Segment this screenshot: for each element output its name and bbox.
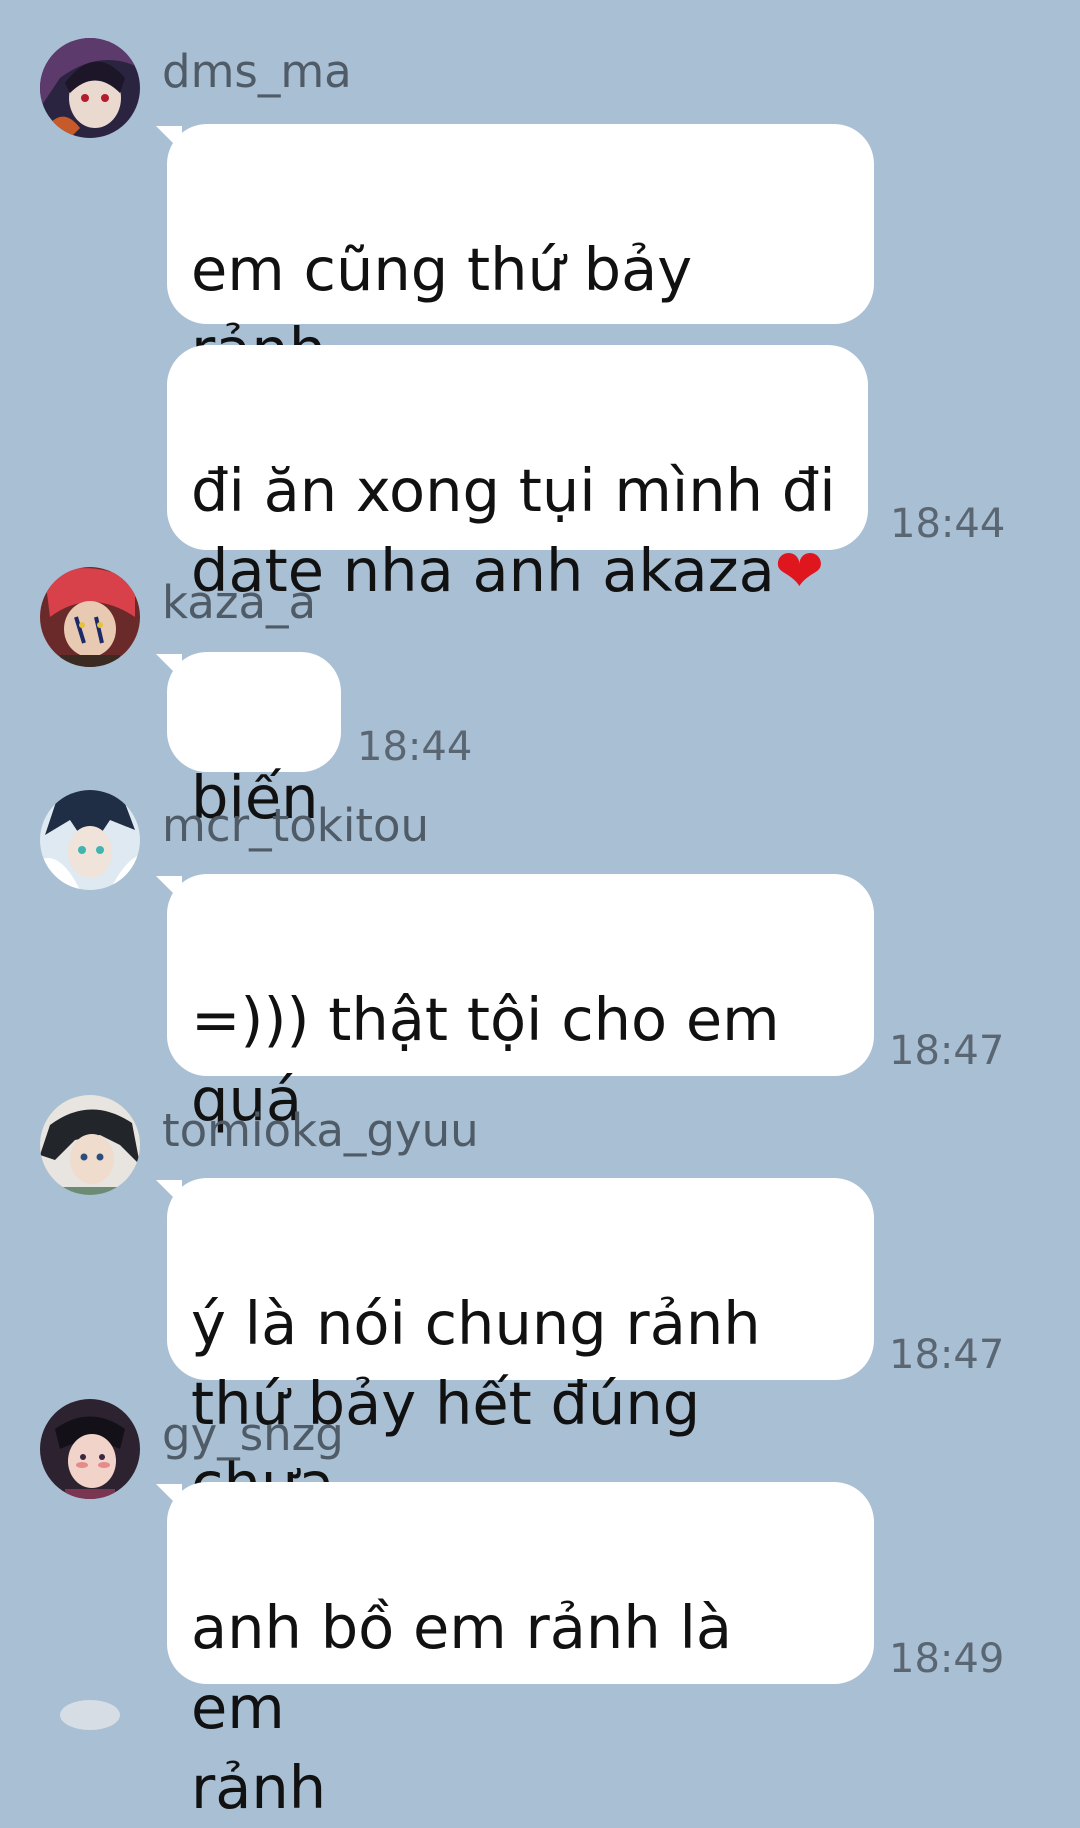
username[interactable]: kaza_a [162, 580, 316, 625]
message-timestamp: 18:44 [890, 501, 1006, 547]
username[interactable]: dms_ma [162, 49, 352, 94]
message-timestamp: 18:44 [357, 724, 473, 770]
avatar[interactable] [40, 1399, 140, 1499]
message-timestamp: 18:47 [889, 1028, 1005, 1074]
message-timestamp: 18:47 [889, 1332, 1005, 1378]
avatar-partial [60, 1700, 120, 1730]
avatar[interactable] [40, 38, 140, 138]
avatar[interactable] [40, 1095, 140, 1195]
username[interactable]: mcr_tokitou [162, 803, 429, 848]
avatar-tomioka-gyuu-icon [40, 1095, 140, 1195]
message-bubble[interactable]: đi ăn xong tụi mình đi date nha anh akaz… [167, 345, 868, 605]
message-bubble[interactable]: biến [156, 652, 341, 832]
avatar-dms-ma-icon [40, 38, 140, 138]
heart-emoji-icon: ❤ [774, 536, 825, 605]
avatar[interactable] [40, 567, 140, 667]
message-bubble[interactable]: ý là nói chung rảnh thứ bảy hết đúng chư… [156, 1178, 874, 1518]
avatar-kaza-a-icon [40, 567, 140, 667]
avatar-gy-snzg-icon [40, 1399, 140, 1499]
message-bubble[interactable]: anh bồ em rảnh là em rảnh [156, 1482, 874, 1822]
username[interactable]: gy_snzg [162, 1412, 344, 1457]
username[interactable]: tomioka_gyuu [162, 1108, 479, 1153]
message-timestamp: 18:49 [889, 1636, 1005, 1682]
message-bubble[interactable]: em cũng thứ bảy rảnh ❤ [156, 124, 874, 464]
message-text: anh bồ em rảnh là em rảnh [191, 1593, 733, 1822]
chat-message-list[interactable]: dms_ma em cũng thứ bảy rảnh ❤ đi ăn xong… [0, 0, 1080, 1822]
avatar[interactable] [40, 790, 140, 890]
message-bubble[interactable]: =))) thật tội cho em quá [156, 874, 874, 1134]
avatar-mcr-tokitou-icon [40, 790, 140, 890]
